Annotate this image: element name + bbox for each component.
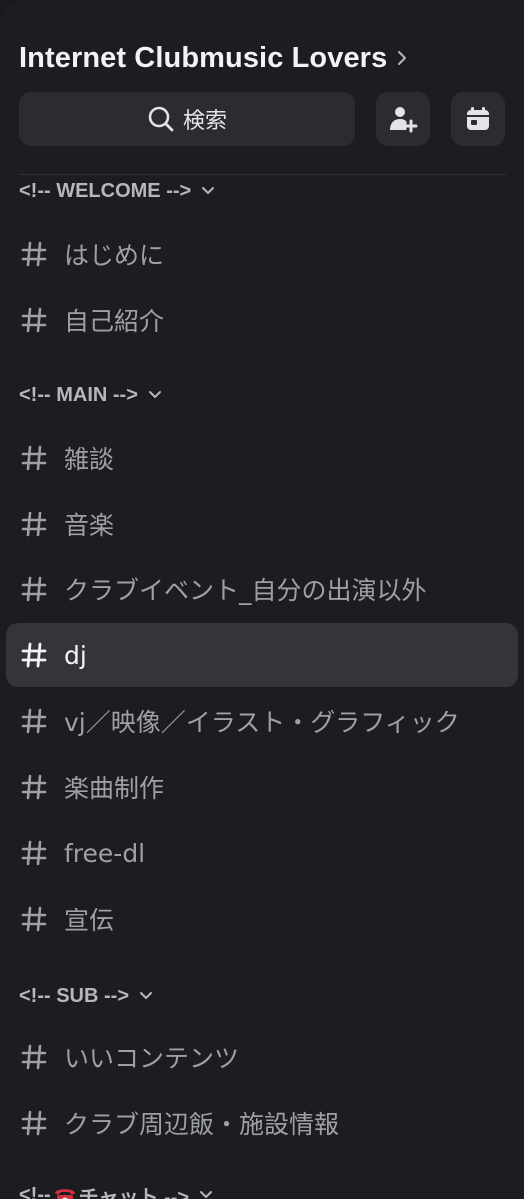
search-icon xyxy=(147,105,175,133)
add-member-icon xyxy=(388,104,418,134)
channel-name: クラブイベント_自分の出演以外 xyxy=(64,576,427,605)
server-name: Internet Clubmusic Lovers xyxy=(19,41,388,74)
channel-item[interactable]: いいコンテンツ xyxy=(6,1025,518,1089)
hash-icon xyxy=(20,905,48,933)
channel-item[interactable]: 雑談 xyxy=(6,426,518,490)
chevron-down-icon xyxy=(139,991,153,1001)
hash-icon xyxy=(20,510,48,538)
hash-icon xyxy=(20,1043,48,1071)
channel-name: 雑談 xyxy=(64,445,115,474)
hash-icon xyxy=(20,240,48,268)
channel-name: 楽曲制作 xyxy=(64,774,165,803)
channel-item[interactable]: 自己紹介 xyxy=(6,288,518,352)
category-label: <!-- MAIN --> xyxy=(19,383,138,406)
category-label: <!-- SUB --> xyxy=(19,984,129,1007)
search-label: 検索 xyxy=(182,109,227,134)
channel-name: いいコンテンツ xyxy=(64,1044,240,1073)
channel-name: 宣伝 xyxy=(64,906,115,935)
hash-icon xyxy=(20,306,48,334)
search-button[interactable]: 検索 xyxy=(19,92,355,146)
channel-item[interactable]: はじめに xyxy=(6,222,518,286)
hash-icon xyxy=(20,707,48,735)
channel-item[interactable]: 楽曲制作 xyxy=(6,755,518,819)
hash-icon xyxy=(20,641,48,669)
sidebar-toolbar: 検索 xyxy=(19,92,509,148)
category-sub[interactable]: <!-- SUB --> xyxy=(19,981,153,1011)
server-header[interactable]: Internet Clubmusic Lovers xyxy=(19,38,411,78)
hash-icon xyxy=(20,773,48,801)
hash-icon xyxy=(20,444,48,472)
divider xyxy=(19,174,506,175)
channel-name: vj／映像／イラスト・グラフィック xyxy=(64,708,460,737)
channel-name: dj xyxy=(64,640,87,670)
channel-item[interactable]: 音楽 xyxy=(6,492,518,556)
invite-button[interactable] xyxy=(376,92,430,146)
channel-item[interactable]: クラブ周辺飯・施設情報 xyxy=(6,1091,518,1155)
category-main[interactable]: <!-- MAIN --> xyxy=(19,380,162,410)
hash-icon xyxy=(20,575,48,603)
category-chat[interactable]: <!-- チャット --> xyxy=(19,1180,213,1199)
category-label-suffix: チャット --> xyxy=(78,1186,190,1199)
category-label-prefix: <!-- xyxy=(19,1183,51,1199)
chevron-right-icon xyxy=(397,48,411,68)
telephone-emoji-icon xyxy=(53,1186,77,1199)
chevron-down-icon xyxy=(201,186,215,196)
calendar-icon xyxy=(464,105,492,133)
channel-item[interactable]: vj／映像／イラスト・グラフィック xyxy=(6,689,518,753)
channel-item[interactable]: 宣伝 xyxy=(6,887,518,951)
channel-sidebar: Internet Clubmusic Lovers 検索 <!-- WELCOM… xyxy=(0,0,524,1199)
channel-name: はじめに xyxy=(64,241,165,270)
channel-name: 音楽 xyxy=(64,511,115,540)
channel-item-selected[interactable]: dj xyxy=(6,623,518,687)
channel-name: free-dl xyxy=(64,838,146,868)
category-welcome[interactable]: <!-- WELCOME --> xyxy=(19,176,215,206)
channel-name: 自己紹介 xyxy=(64,307,165,336)
chevron-down-icon xyxy=(199,1190,213,1199)
channel-item[interactable]: free-dl xyxy=(6,821,518,885)
category-label: <!-- WELCOME --> xyxy=(19,179,192,202)
hash-icon xyxy=(20,1109,48,1137)
chevron-down-icon xyxy=(148,390,162,400)
hash-icon xyxy=(20,839,48,867)
events-button[interactable] xyxy=(451,92,505,146)
channel-item[interactable]: クラブイベント_自分の出演以外 xyxy=(6,557,518,621)
channel-name: クラブ周辺飯・施設情報 xyxy=(64,1110,340,1139)
